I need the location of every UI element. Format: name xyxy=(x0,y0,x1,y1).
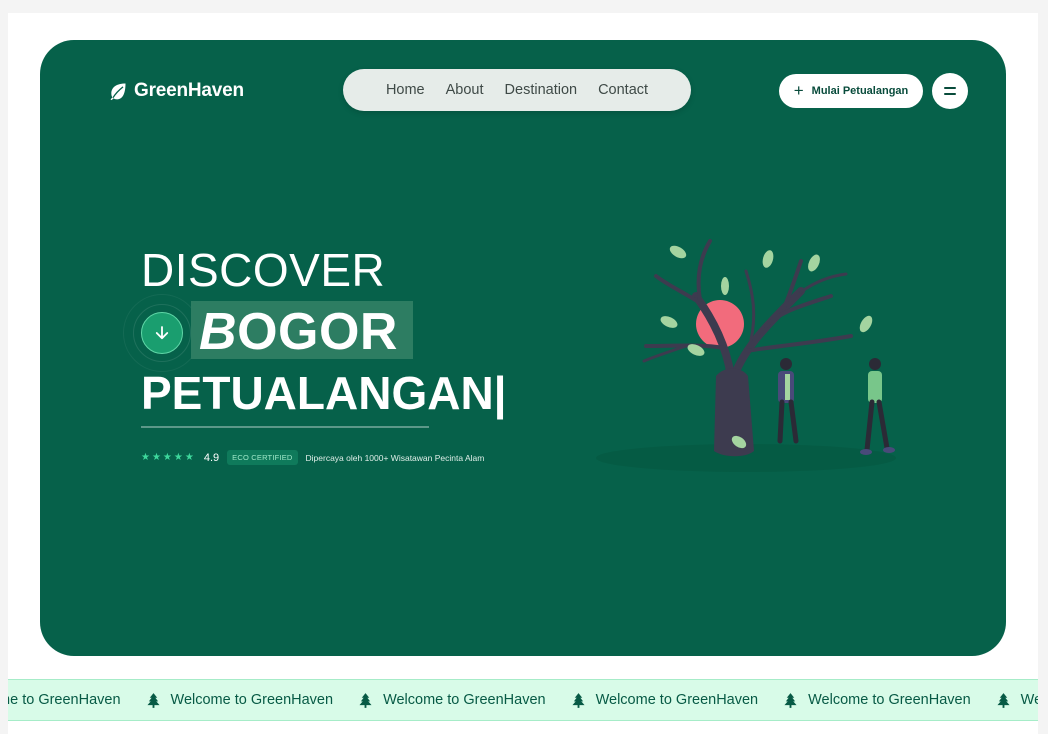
hero-headline: DISCOVER BOGOR PETUALANGAN| xyxy=(123,244,507,428)
bogor-rest: OGOR xyxy=(237,303,398,361)
bogor-italic-letter: B xyxy=(199,303,238,361)
person-right xyxy=(860,358,895,455)
brand-name: GreenHaven xyxy=(134,80,244,101)
arrow-down-icon xyxy=(155,326,169,340)
eco-badge: ECO CERTIFIED xyxy=(227,450,298,465)
star-rating: ★★★★★ xyxy=(141,452,196,463)
marquee-item: Welcome to GreenHaven xyxy=(146,692,334,708)
brand-logo[interactable]: GreenHaven xyxy=(108,80,244,102)
headline-line3: PETUALANGAN| xyxy=(141,367,507,419)
marquee-text: Welcome to GreenHaven xyxy=(383,692,546,708)
marquee-item: Welcome to GreenHaven xyxy=(572,692,759,708)
nav-home[interactable]: Home xyxy=(386,82,425,98)
start-adventure-button[interactable]: + Mulai Petualangan xyxy=(779,74,923,108)
leaf-icon xyxy=(110,83,126,101)
tree-icon xyxy=(572,692,585,708)
headline-underline xyxy=(141,426,429,428)
cta-label: Mulai Petualangan xyxy=(811,85,909,97)
marquee-text: Welcome to GreenHaven xyxy=(170,692,334,708)
tree-icon xyxy=(997,692,1010,708)
marquee-item: Welcome to GreenHaven xyxy=(8,692,121,708)
rating-row: ★★★★★ 4.9 ECO CERTIFIED Dipercaya oleh 1… xyxy=(141,450,484,465)
marquee-item: Welcome to GreenHaven xyxy=(997,692,1038,708)
marquee-track: Welcome to GreenHaven Welcome to GreenHa… xyxy=(8,680,1038,720)
menu-button[interactable] xyxy=(932,73,968,109)
hero-section: GreenHaven Home About Destination Contac… xyxy=(40,40,1006,656)
page: GreenHaven Home About Destination Contac… xyxy=(8,13,1038,734)
nav-destination[interactable]: Destination xyxy=(505,82,578,98)
headline-line1: DISCOVER xyxy=(141,244,386,296)
tree-icon xyxy=(359,692,372,708)
scroll-down-button[interactable] xyxy=(141,312,183,354)
marquee-item: Welcome to GreenHaven xyxy=(359,692,546,708)
plus-icon: + xyxy=(793,80,804,100)
menu-icon xyxy=(944,85,956,97)
nav-about[interactable]: About xyxy=(446,82,484,98)
trust-text: Dipercaya oleh 1000+ Wisatawan Pecinta A… xyxy=(305,452,485,463)
person-left xyxy=(777,358,799,444)
tree-icon xyxy=(784,692,797,708)
marquee-text: Welcome to GreenHaven xyxy=(8,692,121,708)
marquee-item: Welcome to GreenHaven xyxy=(784,692,971,708)
tree-people-illustration xyxy=(596,239,896,472)
main-nav: Home About Destination Contact xyxy=(343,69,691,111)
marquee-text: Welcome to GreenHaven xyxy=(1020,692,1038,708)
headline-bogor: BOGOR xyxy=(199,303,398,361)
rating-score: 4.9 xyxy=(203,451,220,464)
nav-contact[interactable]: Contact xyxy=(598,82,648,98)
tree-icon xyxy=(146,692,160,708)
marquee-text: Welcome to GreenHaven xyxy=(808,692,971,708)
marquee-text: Welcome to GreenHaven xyxy=(595,692,759,708)
welcome-marquee: Welcome to GreenHaven Welcome to GreenHa… xyxy=(8,679,1038,721)
